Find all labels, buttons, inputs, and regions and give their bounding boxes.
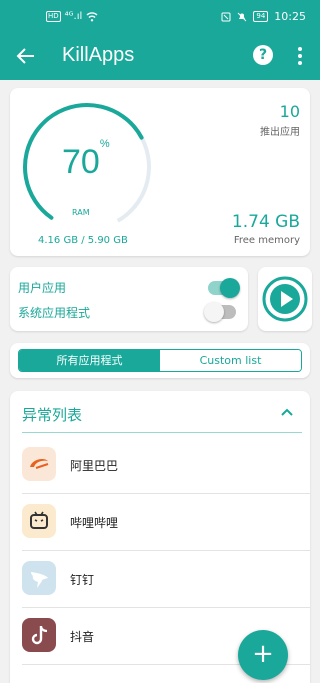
battery-icon: 94	[253, 11, 269, 22]
help-icon[interactable]: ?	[253, 45, 273, 65]
mute-bell-icon	[238, 12, 247, 21]
clock: 10:25	[274, 10, 306, 23]
killed-label: 推出应用	[260, 127, 300, 138]
alibaba-icon	[22, 447, 56, 481]
list-item-label: 抖音	[70, 630, 95, 644]
list-title: 异常列表	[22, 406, 83, 424]
ram-label: RAM	[72, 208, 90, 217]
status-bar: HD ⁴ᴳ.ıl 94 10:25	[0, 0, 320, 34]
list-item-label: 钉钉	[70, 573, 95, 587]
user-apps-label: 用户应用	[18, 281, 67, 295]
ram-usage: 4.16 GB / 5.90 GB	[38, 235, 128, 246]
killed-count: 10	[279, 102, 300, 121]
more-vert-icon[interactable]	[293, 45, 307, 67]
tab-custom-list[interactable]: Custom list	[160, 350, 301, 371]
list-item-label: 哔哩哔哩	[70, 516, 119, 530]
user-apps-switch[interactable]	[208, 278, 240, 298]
page-title: KillApps	[62, 44, 135, 66]
list-item[interactable]: 钉钉	[10, 551, 310, 608]
ram-card: 70% RAM 4.16 GB / 5.90 GB 10 推出应用 1.74 G…	[10, 88, 310, 256]
douyin-icon	[22, 618, 56, 652]
nfc-icon	[221, 12, 231, 21]
free-memory-value: 1.74 GB	[231, 212, 300, 232]
list-item[interactable]: 哔哩哔哩	[10, 494, 310, 551]
system-apps-switch[interactable]	[204, 302, 236, 322]
divider	[22, 432, 302, 433]
play-icon[interactable]	[262, 276, 308, 322]
bilibili-icon	[22, 504, 56, 538]
tab-all-apps[interactable]: 所有应用程式	[19, 350, 160, 371]
app-scope-card: 所有应用程式 Custom list	[10, 343, 310, 378]
chevron-up-icon[interactable]	[280, 405, 294, 419]
hd-badge: HD	[46, 11, 61, 22]
system-apps-label: 系统应用程式	[18, 306, 91, 320]
wifi-icon	[86, 11, 98, 21]
list-item[interactable]: 阿里巴巴	[10, 437, 310, 494]
add-app-fab[interactable]: +	[238, 630, 288, 680]
play-card	[258, 267, 312, 331]
app-type-toggles: 用户应用 系统应用程式	[10, 267, 248, 331]
app-bar: HD ⁴ᴳ.ıl 94 10:25 KillApps ?	[0, 0, 320, 80]
free-memory-label: Free memory	[233, 235, 300, 246]
dingtalk-icon	[22, 561, 56, 595]
list-item-label: 阿里巴巴	[70, 459, 119, 473]
back-arrow-icon[interactable]	[14, 44, 38, 68]
app-scope-segmented: 所有应用程式 Custom list	[18, 349, 302, 372]
ram-percent: 70%	[62, 137, 110, 181]
signal-icon: ⁴ᴳ.ıl	[64, 11, 83, 22]
